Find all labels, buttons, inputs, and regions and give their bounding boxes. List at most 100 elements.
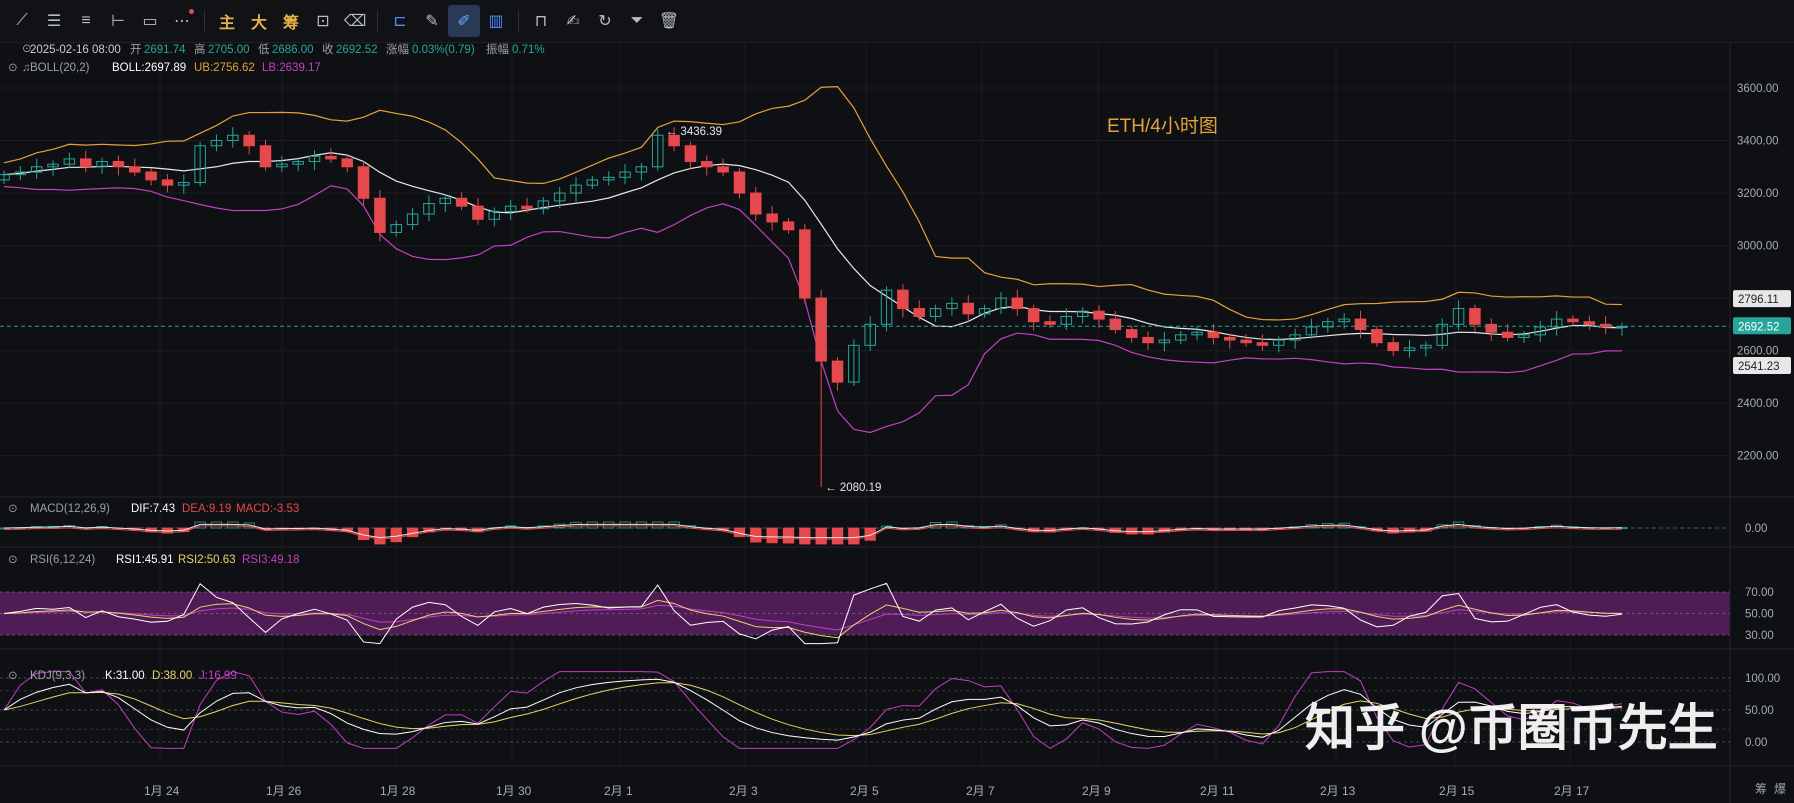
x-tick-label: 2月 17 [1554, 784, 1590, 798]
filter-icon[interactable]: ⏷ [621, 5, 653, 37]
candle-body [1583, 321, 1596, 325]
boll-settings-icon[interactable]: ⊙ [8, 62, 18, 74]
chips-button[interactable]: 筹 [275, 5, 307, 37]
candle-body [325, 155, 337, 160]
more-tools-icon[interactable]: ⋯ [166, 5, 198, 37]
candle-body [357, 166, 370, 199]
candle-body [913, 308, 925, 317]
candle-body [1142, 336, 1154, 344]
lock-icon[interactable]: ⊓ [525, 5, 557, 37]
boll-ub-value: UB:2756.62 [194, 62, 255, 74]
candle-body [455, 197, 468, 207]
ub-price-tag: 2796.11 [1738, 294, 1779, 306]
kdj-settings-icon[interactable]: ⊙ [8, 670, 18, 682]
x-tick-label: 1月 26 [266, 784, 302, 798]
low-annotation: ← 2080.19 [825, 482, 881, 494]
candle-body [1354, 318, 1367, 331]
new-badge-icon [189, 9, 194, 14]
candle-body [684, 145, 697, 163]
candle-body [374, 197, 386, 233]
liquidation-toggle[interactable]: 爆 [1774, 782, 1786, 796]
bar-date: 2025-02-16 08:00 [30, 44, 121, 56]
y-tick-label: 3400.00 [1737, 136, 1779, 148]
change-label: 涨幅 [386, 43, 409, 56]
edit-icon[interactable]: ✍ [557, 5, 589, 37]
rsi3-value: RSI3:49.18 [242, 554, 300, 566]
macd-hist-bar [782, 527, 795, 544]
high-label: 高 [194, 42, 206, 56]
visibility-icon[interactable]: ↻ [589, 5, 621, 37]
ray-tool-icon[interactable]: ⊢ [102, 5, 134, 37]
rectangle-tool-icon[interactable]: ▭ [134, 5, 166, 37]
macd-hist-bar [864, 527, 876, 541]
kdj-tick-label: 50.00 [1745, 705, 1774, 717]
lb-price-tag: 2541.23 [1738, 361, 1780, 373]
trash-icon[interactable]: 🗑 [653, 5, 685, 37]
rsi-tick-label: 70.00 [1745, 587, 1774, 599]
kdj-tick-label: 0.00 [1745, 737, 1767, 749]
rsi-tick-label: 30.00 [1745, 630, 1774, 642]
candle-body [472, 205, 484, 220]
rsi-settings-icon[interactable]: ⊙ [8, 554, 18, 566]
boll-mid-value: BOLL:2697.89 [112, 62, 186, 74]
x-tick-label: 2月 3 [729, 784, 758, 798]
line-tool-icon[interactable]: ⟋ [6, 5, 38, 37]
y-tick-label: 2400.00 [1737, 398, 1779, 410]
candle-body [79, 158, 92, 168]
macd-hist-bar [619, 521, 631, 529]
x-tick-label: 2月 7 [966, 784, 995, 798]
x-tick-label: 2月 5 [850, 784, 879, 798]
toolbar-divider [377, 11, 378, 31]
rsi1-value: RSI1:45.91 [116, 554, 174, 566]
rsi-tick-label: 50.00 [1745, 609, 1774, 621]
candle-style-icon[interactable]: ▥ [480, 5, 512, 37]
last-price-tag: 2692.52 [1738, 321, 1780, 333]
eraser-icon[interactable]: ⌫ [339, 5, 371, 37]
macd-hist-bar [799, 527, 811, 545]
x-tick-label: 2月 11 [1200, 784, 1235, 798]
macd-tick-label: 0.00 [1745, 523, 1767, 535]
candle-body [521, 205, 533, 210]
screenshot-icon[interactable]: ⊡ [307, 5, 339, 37]
x-tick-label: 1月 28 [380, 784, 416, 798]
candle-body [766, 213, 778, 223]
kdj-j-value: J:16.99 [199, 670, 237, 682]
boll-mid-line [3, 152, 1623, 341]
y-tick-label: 2200.00 [1737, 451, 1779, 463]
price-chart[interactable]: 0.00 70.00 50.00 30.00 100.00 50.00 0.00 220… [0, 42, 1794, 803]
close-value: 2692.52 [336, 44, 378, 56]
candle-body [962, 302, 975, 315]
macd-name: MACD(12,26,9) [30, 503, 110, 515]
boll-name: BOLL(20,2) [30, 62, 90, 74]
macd-hist-bar [652, 521, 664, 529]
close-label: 收 [322, 42, 334, 56]
parallel-lines-icon[interactable]: ☰ [38, 5, 70, 37]
candle-body [0, 174, 10, 181]
candle-body [1387, 342, 1399, 352]
pen-tool-icon[interactable]: ✐ [448, 5, 480, 37]
candle-body [1485, 323, 1498, 333]
candle-body [750, 192, 762, 215]
main-indicator-button[interactable]: 主 [211, 5, 243, 37]
x-tick-label: 2月 9 [1082, 784, 1111, 798]
kdj-d-value: D:38.00 [152, 670, 192, 682]
candle-body [259, 145, 272, 168]
candle-body [1223, 336, 1236, 341]
candle-body [1501, 331, 1514, 338]
magnet-icon[interactable]: ⊏ [384, 5, 416, 37]
candle-body [1240, 339, 1252, 344]
horizontal-lines-icon[interactable]: ≡ [70, 5, 102, 37]
candle-body [701, 161, 713, 168]
chips-toggle[interactable]: 筹 [1755, 782, 1767, 796]
grid [0, 42, 1730, 766]
amplitude-label: 振幅 [486, 42, 509, 56]
candle-body [831, 360, 844, 383]
watermark: 知乎 @币圈币先生 [1305, 700, 1718, 756]
boll-lb-value: LB:2639.17 [262, 62, 321, 74]
candle-body [733, 171, 746, 194]
ruler-icon[interactable]: ✎ [416, 5, 448, 37]
candle-body [1011, 297, 1024, 310]
macd-settings-icon[interactable]: ⊙ [8, 503, 18, 515]
macd-hist-bar [603, 521, 615, 529]
large-size-button[interactable]: 大 [243, 5, 275, 37]
